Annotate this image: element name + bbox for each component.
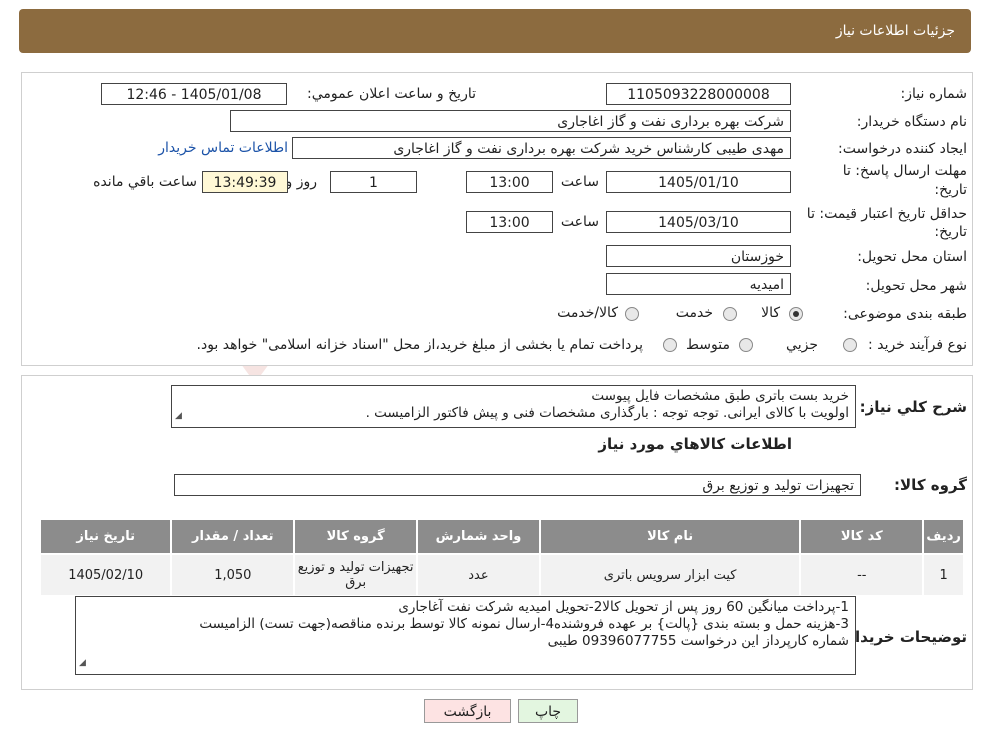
announce-label: تاریخ و ساعت اعلان عمومي: [307,86,476,102]
process-radio-minor[interactable] [843,338,857,352]
description-line-2: اولویت با کالای ایرانی. توجه توجه : بارگ… [365,405,849,421]
province-field: خوزستان [606,245,791,267]
process-option-medium: متوسط [686,337,730,353]
cell-unit: عدد [416,553,541,597]
category-radio-service[interactable] [723,307,737,321]
col-row: رديف [922,518,965,555]
validity-label-2: تاریخ: [934,224,967,240]
deadline-date-field: 1405/01/10 [606,171,791,193]
cell-group: تجهیزات تولید و توزیع برق [293,553,419,597]
buyer-notes-textarea[interactable]: 1-پرداخت میانگین 60 روز پس از تحویل کالا… [75,596,856,675]
deadline-label-2: تاریخ: [934,182,967,198]
description-label: شرح کلي نياز: [859,398,967,416]
print-button[interactable]: چاپ [518,699,578,723]
cell-name: کیت ابزار سرویس باتری [538,553,802,597]
creator-field: مهدی طیبی کارشناس خرید شرکت بهره برداری … [292,137,791,159]
category-radio-goods[interactable] [789,307,803,321]
col-name: نام کالا [538,518,802,555]
days-remaining-field: 1 [330,171,417,193]
process-note: پرداخت تمام یا بخشی از مبلغ خرید،از محل … [196,337,643,353]
buyer-notes-line-1: 1-پرداخت میانگین 60 روز پس از تحویل کالا… [398,599,849,615]
process-label: نوع فرآيند خريد : [868,337,967,353]
validity-time-field: 13:00 [466,211,553,233]
goods-group-label: گروه کالا: [894,476,967,494]
remaining-label: ساعت باقي مانده [93,174,197,190]
deadline-label: مهلت ارسال پاسخ: تا [842,163,967,179]
description-line-1: خرید بست باتری طبق مشخصات فایل پیوست [591,388,849,404]
cell-code: -- [799,553,925,597]
category-option-goods-service: کالا/خدمت [557,305,618,321]
remaining-time-field: 13:49:39 [202,171,288,193]
buyer-org-label: نام دستگاه خريدار: [856,114,967,130]
days-label: روز و [285,174,318,190]
process-option-minor: جزيي [786,337,818,353]
province-label: استان محل تحویل: [857,249,967,265]
col-quantity: تعداد / مقدار [170,518,296,555]
validity-time-label: ساعت [560,214,599,230]
table-row: 1 -- کیت ابزار سرویس باتری عدد تجهیزات ت… [38,553,965,597]
category-label: طبقه بندی موضوعی: [843,306,967,322]
need-number-label: شماره نیاز: [900,86,968,102]
deadline-time-field: 13:00 [466,171,553,193]
validity-label: حداقل تاريخ اعتبار قيمت: تا [806,206,967,222]
deadline-time-label: ساعت [560,174,599,190]
contact-info-link[interactable]: اطلاعات تماس خریدار [158,140,288,156]
resize-grip-icon[interactable]: ◢ [79,655,86,672]
col-need-date: تاريخ نياز [38,518,173,555]
process-radio-medium[interactable] [739,338,753,352]
cell-row: 1 [922,553,965,597]
process-radio-treasury[interactable] [663,338,677,352]
col-code: کد کالا [799,518,925,555]
page-title: جزئیات اطلاعات نیاز [835,23,955,39]
page-header: جزئیات اطلاعات نیاز [19,9,971,53]
table-header-row: رديف کد کالا نام کالا واحد شمارش گروه کا… [38,518,965,555]
category-option-service: خدمت [675,305,713,321]
category-option-goods: کالا [761,305,780,321]
creator-label: ايجاد کننده درخواست: [838,141,967,157]
goods-section-title: اطلاعات کالاهاي مورد نياز [598,435,792,453]
validity-date-field: 1405/03/10 [606,211,791,233]
resize-grip-icon[interactable]: ◢ [175,408,182,425]
goods-table: رديف کد کالا نام کالا واحد شمارش گروه کا… [38,518,965,597]
category-radio-goods-service[interactable] [625,307,639,321]
need-number-field: 1105093228000008 [606,83,791,105]
buyer-notes-label: توضيحات خريدار: [840,628,967,646]
city-label: شهر محل تحویل: [865,278,967,294]
description-textarea[interactable]: خرید بست باتری طبق مشخصات فایل پیوست اول… [171,385,856,428]
col-group: گروه کالا [293,518,419,555]
back-button[interactable]: بازگشت [424,699,511,723]
cell-need-date: 1405/02/10 [38,553,173,597]
buyer-notes-line-2: 3-هزینه حمل و بسته بندی {پالت} بر عهده ف… [199,616,849,632]
goods-group-field: تجهیزات تولید و توزیع برق [174,474,861,496]
buyer-notes-line-3: شماره کارپرداز این درخواست 09396077755 ط… [547,633,849,649]
buyer-org-field: شرکت بهره برداری نفت و گاز اغاجاری [230,110,791,132]
cell-quantity: 1,050 [170,553,296,597]
col-unit: واحد شمارش [416,518,541,555]
city-field: امیدیه [606,273,791,295]
announce-field: 1405/01/08 - 12:46 [101,83,287,105]
